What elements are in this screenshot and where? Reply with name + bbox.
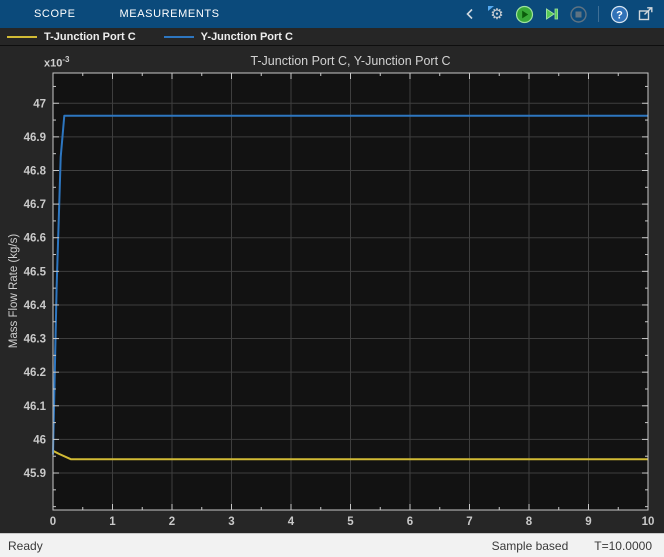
svg-text:9: 9 bbox=[585, 516, 591, 528]
svg-text:46.9: 46.9 bbox=[24, 132, 46, 144]
svg-text:46.5: 46.5 bbox=[24, 266, 47, 278]
legend-label: T-Junction Port C bbox=[44, 31, 136, 43]
legend-label: Y-Junction Port C bbox=[201, 31, 293, 43]
svg-text:7: 7 bbox=[466, 516, 472, 528]
svg-text:46.4: 46.4 bbox=[24, 300, 47, 312]
dock-undock-icon[interactable] bbox=[636, 4, 656, 24]
legend-item[interactable]: Y-Junction Port C bbox=[164, 31, 293, 43]
y-axis-label: Mass Flow Rate (kg/s) bbox=[8, 234, 20, 348]
svg-text:46.2: 46.2 bbox=[24, 367, 46, 379]
status-text: Ready bbox=[0, 539, 43, 553]
svg-text:1: 1 bbox=[109, 516, 116, 528]
svg-text:47: 47 bbox=[33, 98, 46, 110]
svg-text:8: 8 bbox=[526, 516, 533, 528]
scope-chart[interactable]: 0 1 2 3 4 5 6 7 8 9 10 45.9 46 46.1 46.2 46.3 46.4 46.5 46… bbox=[0, 46, 664, 533]
stop-button bbox=[568, 4, 588, 24]
toolstrip-buttons: ⚙ ? bbox=[460, 4, 664, 24]
legend-swatch bbox=[164, 36, 194, 38]
collapse-toolstrip-icon[interactable] bbox=[460, 4, 480, 24]
svg-text:10: 10 bbox=[642, 516, 655, 528]
plot-canvas[interactable]: 0 1 2 3 4 5 6 7 8 9 10 45.9 46 46.1 46.2 46.3 46.4 46.5 46… bbox=[0, 46, 664, 533]
status-bar: Ready Sample based T=10.0000 bbox=[0, 533, 664, 557]
svg-text:2: 2 bbox=[169, 516, 175, 528]
toolbar-separator bbox=[598, 6, 599, 22]
svg-text:46.8: 46.8 bbox=[24, 165, 47, 177]
chart-title: T-Junction Port C, Y-Junction Port C bbox=[53, 54, 648, 68]
svg-text:6: 6 bbox=[407, 516, 413, 528]
svg-text:0: 0 bbox=[50, 516, 56, 528]
svg-text:46.1: 46.1 bbox=[24, 401, 47, 413]
svg-text:45.9: 45.9 bbox=[24, 468, 46, 480]
toolstrip-tabs: SCOPE MEASUREMENTS bbox=[0, 0, 220, 28]
svg-text:5: 5 bbox=[347, 516, 354, 528]
tab-measurements[interactable]: MEASUREMENTS bbox=[120, 0, 220, 28]
help-button[interactable]: ? bbox=[609, 4, 629, 24]
tab-scope[interactable]: SCOPE bbox=[34, 0, 76, 28]
svg-text:4: 4 bbox=[288, 516, 295, 528]
legend-bar: T-Junction Port C Y-Junction Port C bbox=[0, 28, 664, 46]
step-forward-button[interactable] bbox=[541, 4, 561, 24]
svg-text:46.6: 46.6 bbox=[24, 233, 46, 245]
pennant-icon bbox=[488, 6, 494, 11]
svg-text:3: 3 bbox=[228, 516, 234, 528]
sample-mode-text: Sample based bbox=[492, 539, 569, 553]
run-button[interactable] bbox=[514, 4, 534, 24]
legend-swatch bbox=[7, 36, 37, 38]
legend-item[interactable]: T-Junction Port C bbox=[7, 31, 136, 43]
simulation-settings-gear-icon[interactable]: ⚙ bbox=[487, 4, 507, 24]
toolstrip: SCOPE MEASUREMENTS ⚙ bbox=[0, 0, 664, 28]
svg-text:46.3: 46.3 bbox=[24, 334, 46, 346]
svg-text:46: 46 bbox=[33, 434, 46, 446]
simulation-time-text: T=10.0000 bbox=[594, 539, 652, 553]
svg-text:?: ? bbox=[616, 9, 623, 21]
svg-text:46.7: 46.7 bbox=[24, 199, 46, 211]
y-axis-multiplier: x10-3 bbox=[44, 55, 69, 70]
